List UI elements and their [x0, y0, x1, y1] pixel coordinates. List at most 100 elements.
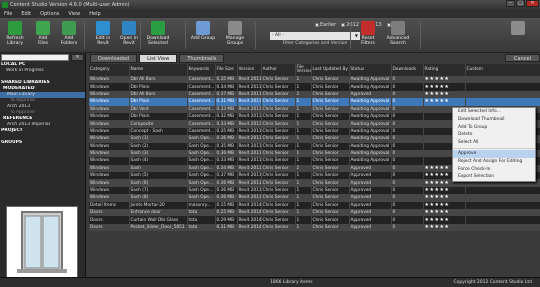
table-row[interactable]: Windows Sash (8) Sash Ope... 0.36 MB Revit 2… [89, 194, 540, 202]
table-cell [465, 209, 540, 217]
column-header[interactable]: File Version [295, 64, 312, 76]
table-row[interactable]: Doors Entrance door tata 0.25 MB Revit 2014 C… [89, 209, 540, 217]
table-cell: Chris Senior [311, 127, 350, 136]
table-row[interactable]: Windows Sash (7) Sash Ope... 0.36 MB Revit 2… [89, 186, 540, 195]
user-button[interactable] [505, 20, 531, 36]
context-menu-item-delete[interactable]: Delete [453, 131, 535, 139]
context-menu-item-export-selection[interactable]: Export Selection [453, 173, 535, 181]
context-menu-item-add-to-group[interactable]: Add To Group [453, 124, 535, 132]
table-cell: Sash (5) [129, 172, 188, 180]
context-menu-item-edit-selected-info[interactable]: Edit Selected Info... [453, 108, 535, 116]
menu-options[interactable]: Options [40, 11, 59, 17]
table-cell: 0.35 MB [215, 76, 238, 84]
maximize-button[interactable]: □ [516, 0, 525, 7]
column-header[interactable]: Name [129, 64, 188, 76]
open-in-revit-button[interactable]: Open in Revit [116, 20, 142, 47]
table-row[interactable]: Windows Dbl Plain Casement... 0.31 MB Revit … [89, 98, 540, 106]
context-menu-item-select-all[interactable]: Select All [453, 139, 535, 147]
table-cell: Approved [349, 172, 392, 180]
context-menu-item-approve[interactable]: Approve [453, 149, 535, 158]
table-row[interactable]: Doors Curtain Wall Dbl Glass tata 0.29 MB Re… [89, 216, 540, 224]
context-menu-item-download-thumbnail[interactable]: Download Thumbnail [453, 116, 535, 124]
table-cell: Windows [89, 76, 130, 84]
table-cell: Revit 2011 [237, 164, 262, 173]
table-cell: Windows [89, 120, 130, 128]
table-cell: Windows [89, 179, 130, 187]
advanced-search-button[interactable]: Advanced Search [385, 20, 411, 47]
tab-list-view[interactable]: List View [139, 54, 178, 63]
table-cell: Sash Ope... [187, 194, 216, 202]
table-row[interactable]: Windows Dbl All Bars Casement... 0.37 MB Rev… [89, 90, 540, 99]
table-cell: 2 [295, 164, 312, 173]
menu-file[interactable]: File [4, 11, 12, 17]
search-input[interactable] [1, 54, 69, 61]
menu-view[interactable]: View [68, 11, 80, 17]
tree-item[interactable]: GROUPS [0, 140, 85, 146]
table-row[interactable]: Windows Dbl All Bars Casement... 0.35 MB Rev… [89, 76, 540, 84]
column-header[interactable]: File Size [215, 64, 238, 76]
minimize-button[interactable]: – [506, 0, 515, 7]
column-header[interactable]: Status [349, 64, 392, 76]
column-header[interactable]: Custom [465, 64, 540, 76]
column-header[interactable]: Rating [423, 64, 466, 76]
table-cell: Chris Senior [261, 223, 296, 232]
table-cell: Awaiting Approval [349, 98, 392, 106]
manage-groups-label: Manage Groups [225, 36, 245, 47]
table-cell [465, 76, 540, 84]
context-menu: Edit Selected Info... Download Thumbnail A… [452, 107, 536, 183]
item-count: 1866 Library items [270, 280, 313, 285]
table-row[interactable]: Detail Items Joints-Mortar-20 masonry... 0.… [89, 201, 540, 210]
download-selected-label: Download Selected [146, 36, 170, 47]
clear-search-button[interactable]: × [71, 54, 84, 61]
window-title: Content Studio Version 4.6.0 (Multi-user… [10, 1, 130, 8]
add-folders-button[interactable]: Add Folders [56, 20, 82, 47]
refresh-library-button[interactable]: Refresh Library [2, 20, 28, 47]
table-cell: 0 [391, 127, 424, 136]
table-cell: Entrance door [129, 209, 188, 217]
column-header[interactable]: Author [261, 64, 296, 76]
edit-in-revit-button[interactable]: Edit in Revit [90, 20, 116, 47]
table-cell: 0.34 MB [215, 83, 238, 91]
tab-thumbnails[interactable]: Thumbnails [179, 54, 225, 63]
column-header[interactable]: Keywords [187, 64, 216, 76]
table-cell: Revit 2014 [237, 209, 262, 217]
table-cell: 1 [295, 112, 312, 121]
menu-edit[interactable]: Edit [21, 11, 31, 17]
version-earlier[interactable]: Earlier [315, 22, 336, 28]
table-cell: Revit 2011 [237, 127, 262, 136]
menu-help[interactable]: Help [89, 11, 100, 17]
table-cell [465, 90, 540, 99]
tab-downloaded[interactable]: Downloaded [90, 54, 138, 63]
toolbar: Earlier201220132014 - All - Filter Categ… [0, 18, 540, 53]
close-button[interactable]: ✕ [526, 0, 539, 7]
refresh-library-label: Refresh Library [6, 36, 24, 47]
rating-stars: ★★★★★ [423, 90, 466, 99]
table-cell: 0.33 MB [215, 120, 238, 128]
add-group-button[interactable]: Add Group [190, 20, 216, 41]
add-files-button[interactable]: Add Files [30, 20, 56, 47]
column-header[interactable]: Category [89, 64, 130, 76]
context-menu-item-reject-and-assign-for-editing[interactable]: Reject And Assign For Editing [453, 158, 535, 166]
table-cell: Chris Senior [311, 149, 350, 158]
column-header[interactable]: Version [237, 64, 262, 76]
table-cell: Sash (7) [129, 186, 188, 195]
table-cell: tata [187, 223, 216, 232]
category-filter-dropdown[interactable]: - All - [270, 32, 360, 40]
manage-groups-button[interactable]: Manage Groups [222, 20, 248, 47]
table-row[interactable]: Doors Pocket_Slider_Door_5851 tata 0.31 MB R… [89, 223, 540, 232]
table-row[interactable]: Windows Dbl Plain Casement... 0.34 MB Revit … [89, 83, 540, 91]
table-cell: 0.15 MB [215, 201, 238, 210]
table-cell: Detail Items [89, 201, 130, 210]
column-header[interactable]: Downloads [391, 64, 424, 76]
table-cell: Sash Ope... [187, 186, 216, 195]
column-header[interactable]: Last Updated By [311, 64, 350, 76]
download-selected-button[interactable]: Download Selected [145, 20, 171, 47]
context-menu-item-force-check-in[interactable]: Force Check-In [453, 166, 535, 174]
table-cell: Sash (4) [129, 157, 188, 165]
table-cell: 0.35 MB [215, 142, 238, 150]
table-cell: Chris Senior [261, 216, 296, 224]
menu-bar: File Edit Options View Help [0, 9, 540, 18]
cancel-button[interactable]: Cancel [505, 54, 540, 62]
reset-filters-button[interactable]: Reset Filters [355, 20, 381, 47]
table-cell: 0 [391, 112, 424, 121]
